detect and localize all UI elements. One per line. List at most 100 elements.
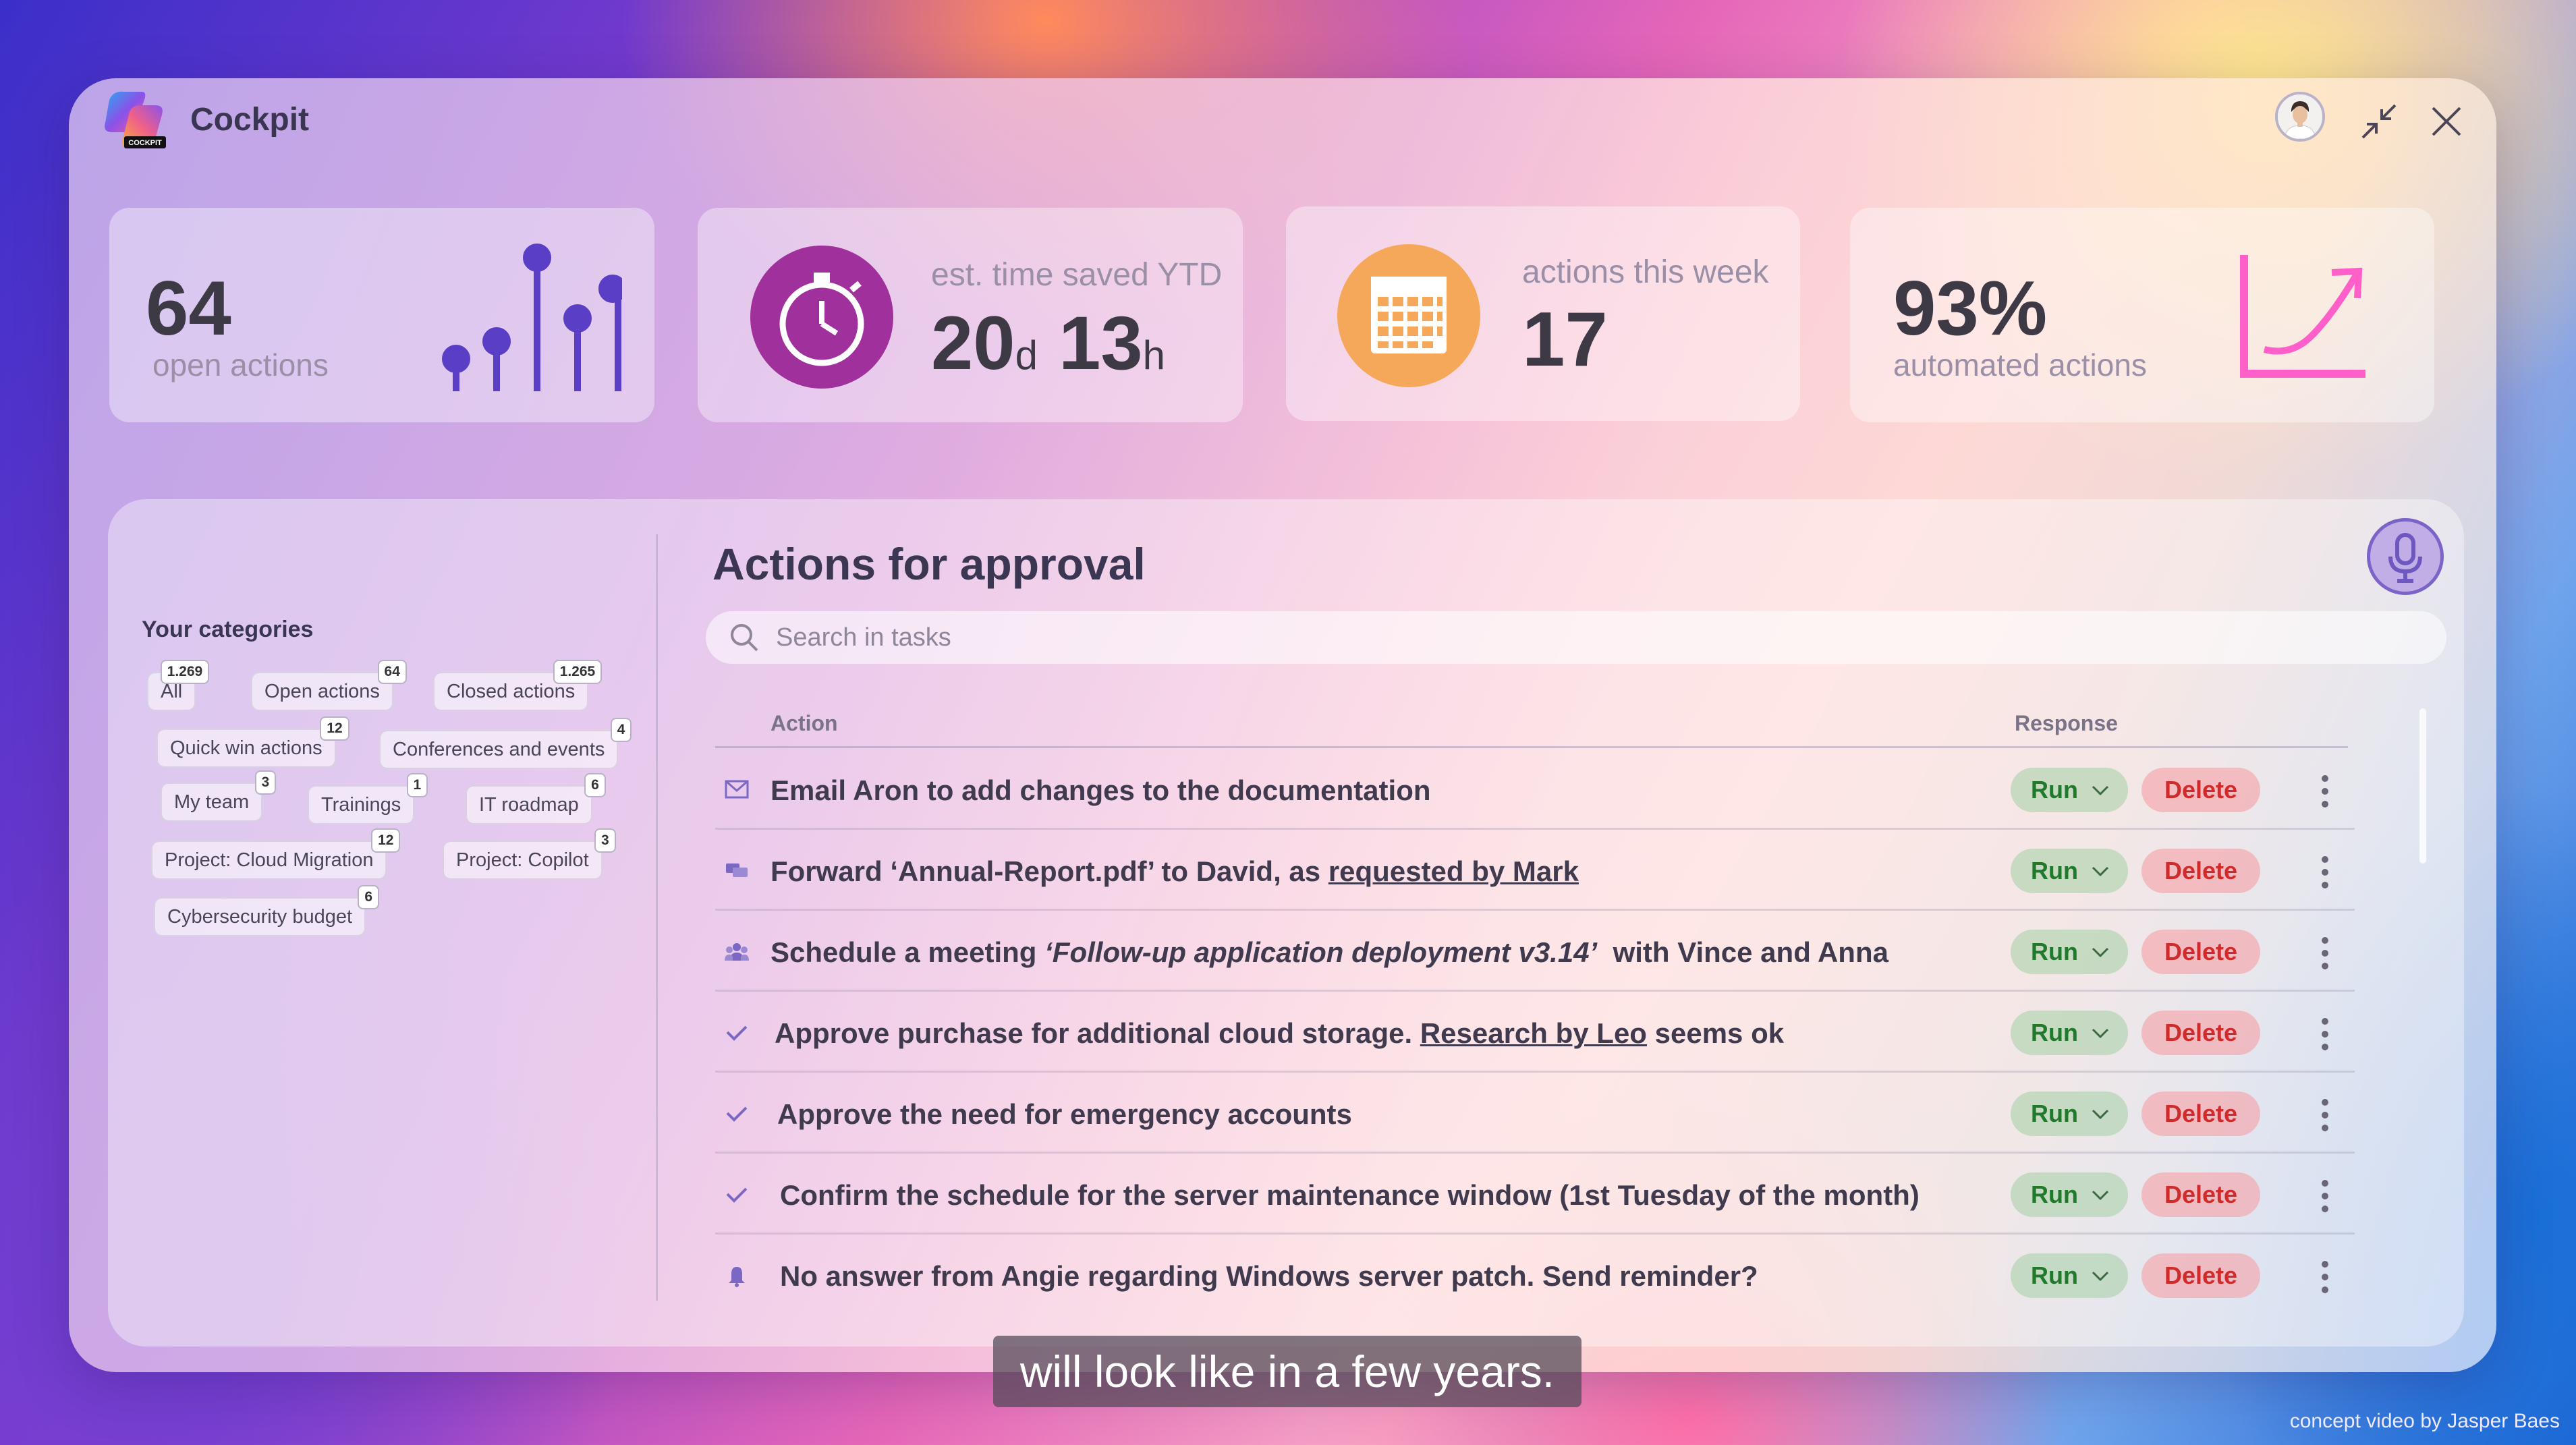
action-text: Approve purchase for additional cloud st… — [775, 1017, 1785, 1049]
collapse-button[interactable] — [2359, 101, 2399, 142]
lollipop-bars-icon — [442, 244, 622, 391]
collapse-arrows-icon — [2361, 104, 2397, 139]
category-count: 1.265 — [553, 660, 603, 684]
trend-up-chart-icon — [2240, 255, 2365, 378]
automated-label: automated actions — [1893, 347, 2147, 382]
category-chip-copilot[interactable]: Project: Copilot 3 — [443, 828, 616, 880]
actions-week-value: 17 — [1522, 297, 1608, 382]
categories-title: Your categories — [142, 617, 314, 642]
category-chip-cybersecurity[interactable]: Cybersecurity budget 6 — [154, 885, 380, 936]
open-actions-value: 64 — [146, 266, 231, 351]
search-icon — [731, 624, 758, 652]
table-row[interactable]: Approve the need for emergency accounts … — [715, 1073, 2355, 1154]
app-title: Cockpit — [190, 102, 310, 138]
category-count: 3 — [594, 828, 616, 853]
delete-button[interactable]: Delete — [2141, 768, 2260, 812]
chevron-down-icon — [2092, 1271, 2109, 1282]
cockpit-logo-icon: COCKPIT — [100, 86, 167, 154]
credit-text: concept video by Jasper Baes — [2289, 1410, 2560, 1432]
delete-button[interactable]: Delete — [2141, 849, 2260, 893]
time-saved-label: est. time saved YTD — [931, 257, 1223, 293]
category-chip-it-roadmap[interactable]: IT roadmap 6 — [466, 773, 606, 824]
more-options-icon[interactable] — [2318, 1257, 2332, 1297]
table-row[interactable]: Confirm the schedule for the server main… — [715, 1154, 2355, 1235]
table-row[interactable]: Forward ‘Annual-Report.pdf’ to David, as… — [715, 830, 2355, 911]
chevron-down-icon — [2092, 1190, 2109, 1201]
category-chip-open-actions[interactable]: Open actions 64 — [251, 660, 407, 711]
more-options-icon[interactable] — [2318, 1096, 2332, 1135]
chevron-down-icon — [2092, 1028, 2109, 1039]
run-button[interactable]: Run — [2011, 1011, 2128, 1055]
run-button[interactable]: Run — [2011, 1092, 2128, 1136]
category-chip-trainings[interactable]: Trainings 1 — [308, 773, 428, 824]
action-text: Approve the need for emergency accounts — [777, 1098, 1352, 1130]
table-row[interactable]: Schedule a meeting ‘Follow-up applicatio… — [715, 911, 2355, 992]
delete-button[interactable]: Delete — [2141, 1092, 2260, 1136]
delete-button[interactable]: Delete — [2141, 1253, 2260, 1298]
more-options-icon[interactable] — [2318, 1015, 2332, 1054]
run-button[interactable]: Run — [2011, 849, 2128, 893]
column-header-response: Response — [2015, 711, 2118, 735]
automated-value: 93% — [1893, 266, 2048, 351]
table-row[interactable]: No answer from Angie regarding Windows s… — [715, 1235, 2355, 1315]
stopwatch-icon — [750, 246, 893, 389]
category-count: 1 — [406, 773, 428, 797]
delete-button[interactable]: Delete — [2141, 1011, 2260, 1055]
time-saved-card[interactable]: est. time saved YTD 20d 13h — [698, 208, 1243, 422]
category-chip-closed-actions[interactable]: Closed actions 1.265 — [433, 660, 603, 711]
table-row[interactable]: Email Aron to add changes to the documen… — [715, 749, 2355, 830]
more-options-icon[interactable] — [2318, 1177, 2332, 1216]
table-header-divider — [715, 746, 2348, 748]
checkmark-icon — [726, 1187, 748, 1203]
mention-link[interactable]: requested by Mark — [1328, 855, 1579, 887]
run-button[interactable]: Run — [2011, 768, 2128, 812]
run-button[interactable]: Run — [2011, 930, 2128, 974]
category-count: 4 — [610, 718, 632, 742]
category-count: 6 — [358, 885, 380, 909]
run-button[interactable]: Run — [2011, 1253, 2128, 1298]
more-options-icon[interactable] — [2318, 934, 2332, 973]
checkmark-icon — [726, 1106, 748, 1122]
chat-icon — [726, 863, 748, 877]
checkmark-icon — [726, 1025, 748, 1041]
action-text: Confirm the schedule for the server main… — [780, 1179, 1920, 1211]
video-caption: will look like in a few years. — [993, 1336, 1581, 1407]
delete-button[interactable]: Delete — [2141, 930, 2260, 974]
panel-divider — [656, 534, 658, 1301]
open-actions-label: open actions — [152, 347, 329, 382]
close-button[interactable] — [2426, 101, 2467, 142]
scrollbar[interactable] — [2419, 708, 2426, 863]
category-chip-my-team[interactable]: My team 3 — [161, 770, 277, 822]
more-options-icon[interactable] — [2318, 853, 2332, 892]
table-row[interactable]: Approve purchase for additional cloud st… — [715, 992, 2355, 1073]
category-count: 64 — [377, 660, 407, 684]
microphone-button[interactable] — [2367, 518, 2444, 595]
category-chip-quick-win[interactable]: Quick win actions 12 — [157, 716, 349, 768]
mention-link[interactable]: Research by Leo — [1420, 1017, 1647, 1049]
category-count: 12 — [371, 828, 401, 853]
search-input[interactable] — [776, 621, 2395, 654]
bell-icon — [729, 1267, 745, 1287]
automated-card[interactable]: 93% automated actions — [1850, 208, 2434, 422]
time-saved-value: 20d 13h — [931, 301, 1166, 385]
category-count: 3 — [254, 770, 277, 795]
people-icon — [725, 943, 749, 961]
user-avatar[interactable] — [2275, 92, 2325, 142]
calendar-icon — [1337, 244, 1480, 387]
delete-button[interactable]: Delete — [2141, 1172, 2260, 1217]
run-button[interactable]: Run — [2011, 1172, 2128, 1217]
actions-week-card[interactable]: actions this week 17 — [1286, 206, 1800, 421]
chevron-down-icon — [2092, 866, 2109, 877]
category-chip-all[interactable]: All 1.269 — [147, 660, 210, 711]
action-text: No answer from Angie regarding Windows s… — [780, 1260, 1758, 1292]
action-text: Email Aron to add changes to the documen… — [771, 774, 1431, 806]
category-count: 1.269 — [160, 660, 210, 684]
search-box — [706, 611, 2446, 664]
category-count: 12 — [320, 716, 349, 741]
open-actions-card[interactable]: 64 open actions — [109, 208, 654, 422]
close-icon — [2432, 107, 2461, 136]
action-text: Forward ‘Annual-Report.pdf’ to David, as… — [771, 855, 1579, 887]
more-options-icon[interactable] — [2318, 772, 2332, 811]
category-chip-cloud-migration[interactable]: Project: Cloud Migration 12 — [151, 828, 401, 880]
category-chip-conferences[interactable]: Conferences and events 4 — [379, 718, 632, 769]
